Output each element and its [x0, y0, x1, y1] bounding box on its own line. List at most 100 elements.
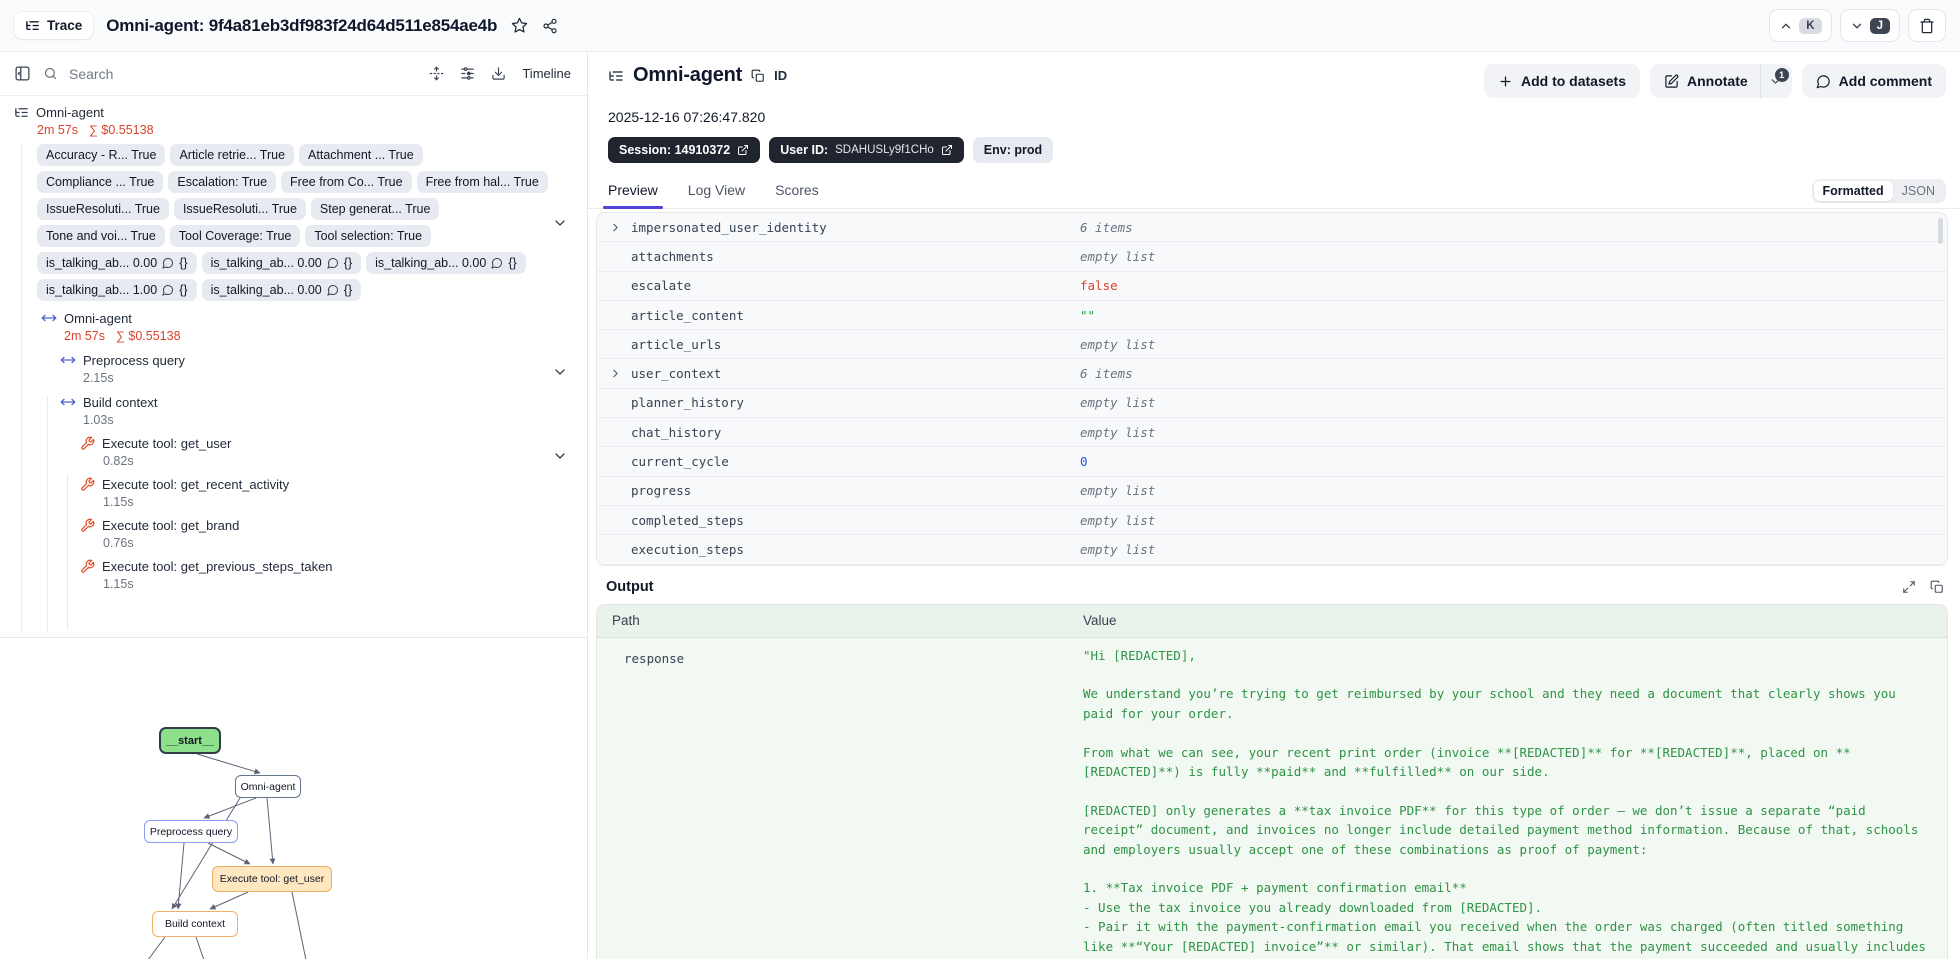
next-trace-button[interactable]: J — [1839, 9, 1900, 42]
table-scrollbar[interactable] — [1938, 218, 1943, 244]
search-input[interactable] — [67, 64, 418, 83]
score-chip[interactable]: Accuracy - R... True — [37, 144, 166, 166]
span-name: Execute tool: get_user — [102, 436, 232, 451]
kv-row[interactable]: user_context 6 items — [597, 359, 1947, 389]
graph-node-preprocess-query[interactable]: Preprocess query — [144, 820, 238, 843]
timeline-toggle[interactable]: Timeline — [522, 66, 571, 81]
search-box — [43, 64, 418, 83]
delete-trace-button[interactable] — [1908, 9, 1946, 42]
sidebar-header: Timeline — [0, 52, 587, 96]
kv-key: impersonated_user_identity — [631, 219, 827, 235]
annotate-dropdown-button[interactable]: 1 — [1759, 64, 1792, 98]
format-option-formatted[interactable]: Formatted — [1813, 181, 1893, 201]
user-id-badge[interactable]: User ID: SDAHUSLy9f1CHo — [769, 137, 964, 163]
score-chip[interactable]: Compliance ... True — [37, 171, 164, 193]
workspace: Timeline Omni-agent 2m 57s — [0, 52, 1960, 959]
download-icon[interactable] — [491, 66, 506, 81]
tree-item-omni-agent[interactable]: Omni-agent 2m 57s ∑ $0.55138 — [41, 310, 573, 343]
tab-log-view[interactable]: Log View — [688, 182, 745, 208]
chevron-down-icon[interactable] — [552, 215, 568, 231]
shortcut-key-k: K — [1799, 17, 1822, 34]
score-chip[interactable]: is_talking_ab... 0.00 {} — [37, 252, 197, 274]
graph-edges — [148, 753, 307, 959]
output-section-header: Output — [606, 579, 1944, 595]
comment-icon — [326, 284, 339, 296]
score-chip[interactable]: IssueResoluti... True — [37, 198, 169, 220]
session-badge[interactable]: Session: 14910372 — [608, 137, 761, 163]
span-type-icon — [60, 394, 76, 410]
span-timestamp: 2025-12-16 07:26:47.820 — [608, 109, 766, 125]
tree-item-preprocess-query[interactable]: Preprocess query 2.15s — [60, 352, 573, 385]
copy-icon[interactable] — [1930, 580, 1944, 594]
trace-breadcrumb[interactable]: Trace — [14, 12, 94, 39]
graph-node-build-context[interactable]: Build context — [152, 911, 238, 937]
tree-item-execute-get-brand[interactable]: Execute tool: get_brand 0.76s — [80, 518, 573, 550]
copy-id-icon[interactable] — [751, 69, 765, 83]
chevron-right-icon[interactable] — [609, 221, 631, 234]
add-to-datasets-button[interactable]: Add to datasets — [1483, 64, 1640, 98]
add-comment-button[interactable]: Add comment — [1801, 64, 1946, 98]
score-chip[interactable]: Free from Co... True — [281, 171, 412, 193]
score-chip[interactable]: Step generat... True — [310, 198, 440, 220]
kv-value: empty list — [1080, 336, 1156, 352]
chevron-right-icon[interactable] — [609, 367, 631, 380]
tree-item-build-context[interactable]: Build context 1.03s — [60, 394, 573, 427]
collapse-panel-icon[interactable] — [14, 65, 31, 82]
kv-key: article_urls — [631, 336, 722, 352]
graph-node-omni-agent[interactable]: Omni-agent — [235, 775, 301, 798]
kv-value: 6 items — [1080, 366, 1133, 382]
comment-icon — [326, 257, 339, 269]
tree-item-execute-get-previous-steps[interactable]: Execute tool: get_previous_steps_taken 1… — [80, 559, 573, 591]
kv-row: attachments empty list — [597, 242, 1947, 272]
score-chip[interactable]: Tone and voi... True — [37, 225, 165, 247]
score-chip[interactable]: is_talking_ab... 0.00 {} — [201, 279, 362, 301]
graph-node-execute-get-user[interactable]: Execute tool: get_user — [212, 866, 332, 892]
unfold-all-icon[interactable] — [429, 66, 444, 81]
output-table-header: Path Value — [597, 604, 1947, 638]
score-chip[interactable]: is_talking_ab... 0.00 {} — [366, 252, 526, 274]
score-chip[interactable]: Escalation: True — [168, 171, 277, 193]
prev-trace-button[interactable]: K — [1769, 9, 1832, 42]
score-chip-label: is_talking_ab... 0.00 — [210, 283, 322, 297]
score-chip[interactable]: Article retrie... True — [170, 144, 295, 166]
score-chip[interactable]: is_talking_ab... 1.00 {} — [37, 279, 197, 301]
chevron-down-icon[interactable] — [552, 364, 568, 380]
kv-row: article_urls empty list — [597, 330, 1947, 360]
detail-tabs: Preview Log View Scores Formatted JSON — [588, 176, 1960, 209]
score-chip[interactable]: Attachment ... True — [299, 144, 423, 166]
score-chip[interactable]: Free from hal... True — [416, 171, 548, 193]
score-chip[interactable]: Tool Coverage: True — [169, 225, 301, 247]
path-column-header: Path — [612, 613, 640, 629]
tree-item-execute-get-recent-activity[interactable]: Execute tool: get_recent_activity 1.15s — [80, 477, 573, 509]
shortcut-key-j: J — [1869, 17, 1890, 34]
filter-settings-icon[interactable] — [460, 66, 475, 81]
tree-item-root-omni-agent[interactable]: Omni-agent — [14, 105, 573, 120]
span-name: Execute tool: get_recent_activity — [102, 477, 290, 492]
comment-icon — [1816, 74, 1831, 89]
tab-scores[interactable]: Scores — [775, 182, 819, 208]
expand-icon[interactable] — [1902, 580, 1916, 594]
span-name: Execute tool: get_brand — [102, 518, 240, 533]
format-option-json[interactable]: JSON — [1893, 181, 1944, 201]
wrench-icon — [80, 477, 95, 492]
tab-preview[interactable]: Preview — [603, 182, 663, 209]
span-duration: 1.15s — [103, 495, 134, 509]
chevron-down-icon[interactable] — [552, 448, 568, 464]
tree-item-execute-get-user[interactable]: Execute tool: get_user 0.82s — [80, 436, 573, 468]
score-chip[interactable]: is_talking_ab... 0.00 {} — [201, 252, 362, 274]
score-chip[interactable]: IssueResoluti... True — [173, 198, 306, 220]
span-metrics: 2m 57s ∑ $0.55138 — [37, 123, 573, 137]
tree-content: Omni-agent 2m 57s ∑ $0.55138 Accuracy - … — [0, 96, 587, 591]
score-chip-label: is_talking_ab... 0.00 — [375, 256, 487, 270]
star-icon[interactable] — [511, 17, 528, 34]
score-chip[interactable]: Tool selection: True — [305, 225, 432, 247]
external-link-icon — [941, 144, 953, 156]
graph-node-start[interactable]: __start__ — [159, 727, 221, 754]
kv-row[interactable]: impersonated_user_identity 6 items — [597, 213, 1947, 243]
kv-key: article_content — [631, 307, 744, 323]
share-icon[interactable] — [542, 18, 558, 34]
topbar: Trace Omni-agent: 9f4a81eb3df983f24d64d5… — [0, 0, 1960, 52]
trace-label: Trace — [47, 18, 83, 33]
annotate-button[interactable]: Annotate — [1650, 64, 1760, 98]
kv-key: progress — [631, 483, 692, 499]
